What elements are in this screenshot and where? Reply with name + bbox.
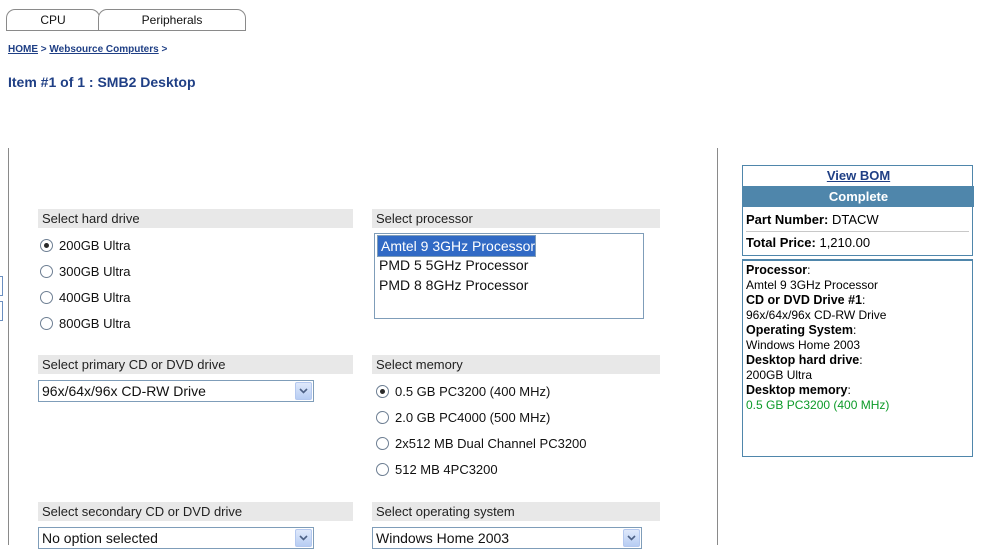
breadcrumb: HOME > Websource Computers > bbox=[8, 44, 167, 55]
summary-totals: Part Number: DTACW Total Price: 1,210.00 bbox=[742, 208, 973, 256]
radio-button[interactable] bbox=[40, 316, 53, 330]
tab-cpu-label: CPU bbox=[40, 13, 66, 27]
radio-button[interactable] bbox=[40, 238, 53, 252]
memory-option[interactable]: 2.0 GB PC4000 (500 MHz) bbox=[376, 408, 550, 426]
chevron-down-icon[interactable] bbox=[623, 529, 640, 547]
left-border bbox=[8, 148, 9, 545]
hard-drive-option-label: 800GB Ultra bbox=[59, 315, 131, 331]
left-edge-control[interactable] bbox=[0, 301, 3, 321]
primary-drive-select[interactable]: 96x/64x/96x CD-RW Drive bbox=[38, 380, 314, 402]
memory-option[interactable]: 0.5 GB PC3200 (400 MHz) bbox=[376, 382, 550, 400]
secondary-drive-select[interactable]: No option selected bbox=[38, 527, 314, 549]
left-edge-control[interactable] bbox=[0, 276, 3, 296]
processor-option[interactable]: PMD 8 8GHz Processor bbox=[377, 275, 641, 295]
part-number-label: Part Number: bbox=[746, 212, 829, 227]
tab-cpu[interactable]: CPU bbox=[6, 9, 100, 31]
hard-drive-option-label: 200GB Ultra bbox=[59, 237, 131, 253]
breadcrumb-home-link[interactable]: HOME bbox=[8, 44, 38, 55]
memory-option-label: 512 MB 4PC3200 bbox=[395, 461, 498, 477]
tab-peripherals-label: Peripherals bbox=[141, 13, 203, 27]
breadcrumb-separator: > bbox=[40, 44, 47, 55]
memory-option-label: 2x512 MB Dual Channel PC3200 bbox=[395, 435, 587, 451]
os-value: Windows Home 2003 bbox=[376, 530, 510, 546]
primary-drive-header: Select primary CD or DVD drive bbox=[38, 355, 353, 374]
summary-header: View BOM Complete bbox=[742, 165, 974, 208]
processor-header: Select processor bbox=[372, 209, 660, 228]
radio-button[interactable] bbox=[40, 264, 53, 278]
radio-button[interactable] bbox=[376, 384, 389, 398]
part-number-row: Part Number: DTACW bbox=[746, 209, 969, 232]
radio-button[interactable] bbox=[40, 290, 53, 304]
hard-drive-option[interactable]: 200GB Ultra bbox=[40, 236, 131, 254]
chevron-down-icon[interactable] bbox=[295, 529, 312, 547]
total-price-label: Total Price: bbox=[746, 235, 816, 250]
processor-option[interactable]: Amtel 9 3GHz Processor bbox=[377, 235, 537, 257]
summary-item-value: 0.5 GB PC3200 (400 MHz) bbox=[746, 398, 890, 412]
hard-drive-option[interactable]: 400GB Ultra bbox=[40, 288, 131, 306]
summary-item: Operating System: Windows Home 2003 bbox=[746, 323, 969, 353]
summary-item: CD or DVD Drive #1: 96x/64x/96x CD-RW Dr… bbox=[746, 293, 969, 323]
configuration-summary: View BOM Complete Part Number: DTACW Tot… bbox=[742, 165, 974, 457]
summary-item-value: 200GB Ultra bbox=[746, 368, 813, 382]
summary-item-value: Windows Home 2003 bbox=[746, 338, 861, 352]
view-bom-link[interactable]: View BOM bbox=[827, 168, 890, 183]
summary-items: Processor: Amtel 9 3GHz Processor CD or … bbox=[742, 259, 973, 457]
hard-drive-header: Select hard drive bbox=[38, 209, 353, 228]
summary-item-value: Amtel 9 3GHz Processor bbox=[746, 278, 879, 292]
breadcrumb-store-link[interactable]: Websource Computers bbox=[49, 44, 158, 55]
summary-item-label: Processor bbox=[746, 263, 808, 277]
part-number-value: DTACW bbox=[831, 212, 879, 227]
hard-drive-option-label: 300GB Ultra bbox=[59, 263, 131, 279]
radio-button[interactable] bbox=[376, 462, 389, 476]
summary-item: Desktop memory: 0.5 GB PC3200 (400 MHz) bbox=[746, 383, 969, 413]
summary-item: Desktop hard drive: 200GB Ultra bbox=[746, 353, 969, 383]
summary-item-label: CD or DVD Drive #1 bbox=[746, 293, 863, 307]
summary-item-label: Desktop hard drive bbox=[746, 353, 860, 367]
secondary-drive-value: No option selected bbox=[42, 530, 158, 546]
memory-option-label: 2.0 GB PC4000 (500 MHz) bbox=[395, 409, 551, 425]
processor-listbox[interactable]: Amtel 9 3GHz Processor PMD 3 3GHz Proces… bbox=[374, 233, 644, 319]
memory-option[interactable]: 512 MB 4PC3200 bbox=[376, 460, 498, 478]
memory-option-label: 0.5 GB PC3200 (400 MHz) bbox=[395, 383, 551, 399]
content-divider bbox=[717, 148, 718, 545]
os-header: Select operating system bbox=[372, 502, 660, 521]
tab-underline bbox=[6, 30, 246, 31]
os-select[interactable]: Windows Home 2003 bbox=[372, 527, 642, 549]
breadcrumb-separator: > bbox=[161, 44, 168, 55]
summary-item: Processor: Amtel 9 3GHz Processor bbox=[746, 263, 969, 293]
view-bom: View BOM bbox=[743, 168, 974, 183]
total-price-row: Total Price: 1,210.00 bbox=[746, 232, 969, 254]
chevron-down-icon[interactable] bbox=[295, 382, 312, 400]
summary-item-label: Desktop memory bbox=[746, 383, 848, 397]
page-title: Item #1 of 1 : SMB2 Desktop bbox=[8, 74, 196, 90]
summary-item-label: Operating System bbox=[746, 323, 853, 337]
secondary-drive-header: Select secondary CD or DVD drive bbox=[38, 502, 353, 521]
primary-drive-value: 96x/64x/96x CD-RW Drive bbox=[42, 383, 206, 399]
hard-drive-option-label: 400GB Ultra bbox=[59, 289, 131, 305]
processor-option[interactable]: PMD 5 5GHz Processor bbox=[377, 255, 641, 275]
status-badge: Complete bbox=[743, 186, 974, 207]
hard-drive-option[interactable]: 300GB Ultra bbox=[40, 262, 131, 280]
hard-drive-option[interactable]: 800GB Ultra bbox=[40, 314, 131, 332]
radio-button[interactable] bbox=[376, 410, 389, 424]
total-price-value: 1,210.00 bbox=[819, 235, 871, 250]
memory-option[interactable]: 2x512 MB Dual Channel PC3200 bbox=[376, 434, 587, 452]
tab-peripherals[interactable]: Peripherals bbox=[98, 9, 246, 31]
memory-header: Select memory bbox=[372, 355, 660, 374]
radio-button[interactable] bbox=[376, 436, 389, 450]
summary-item-value: 96x/64x/96x CD-RW Drive bbox=[746, 308, 887, 322]
